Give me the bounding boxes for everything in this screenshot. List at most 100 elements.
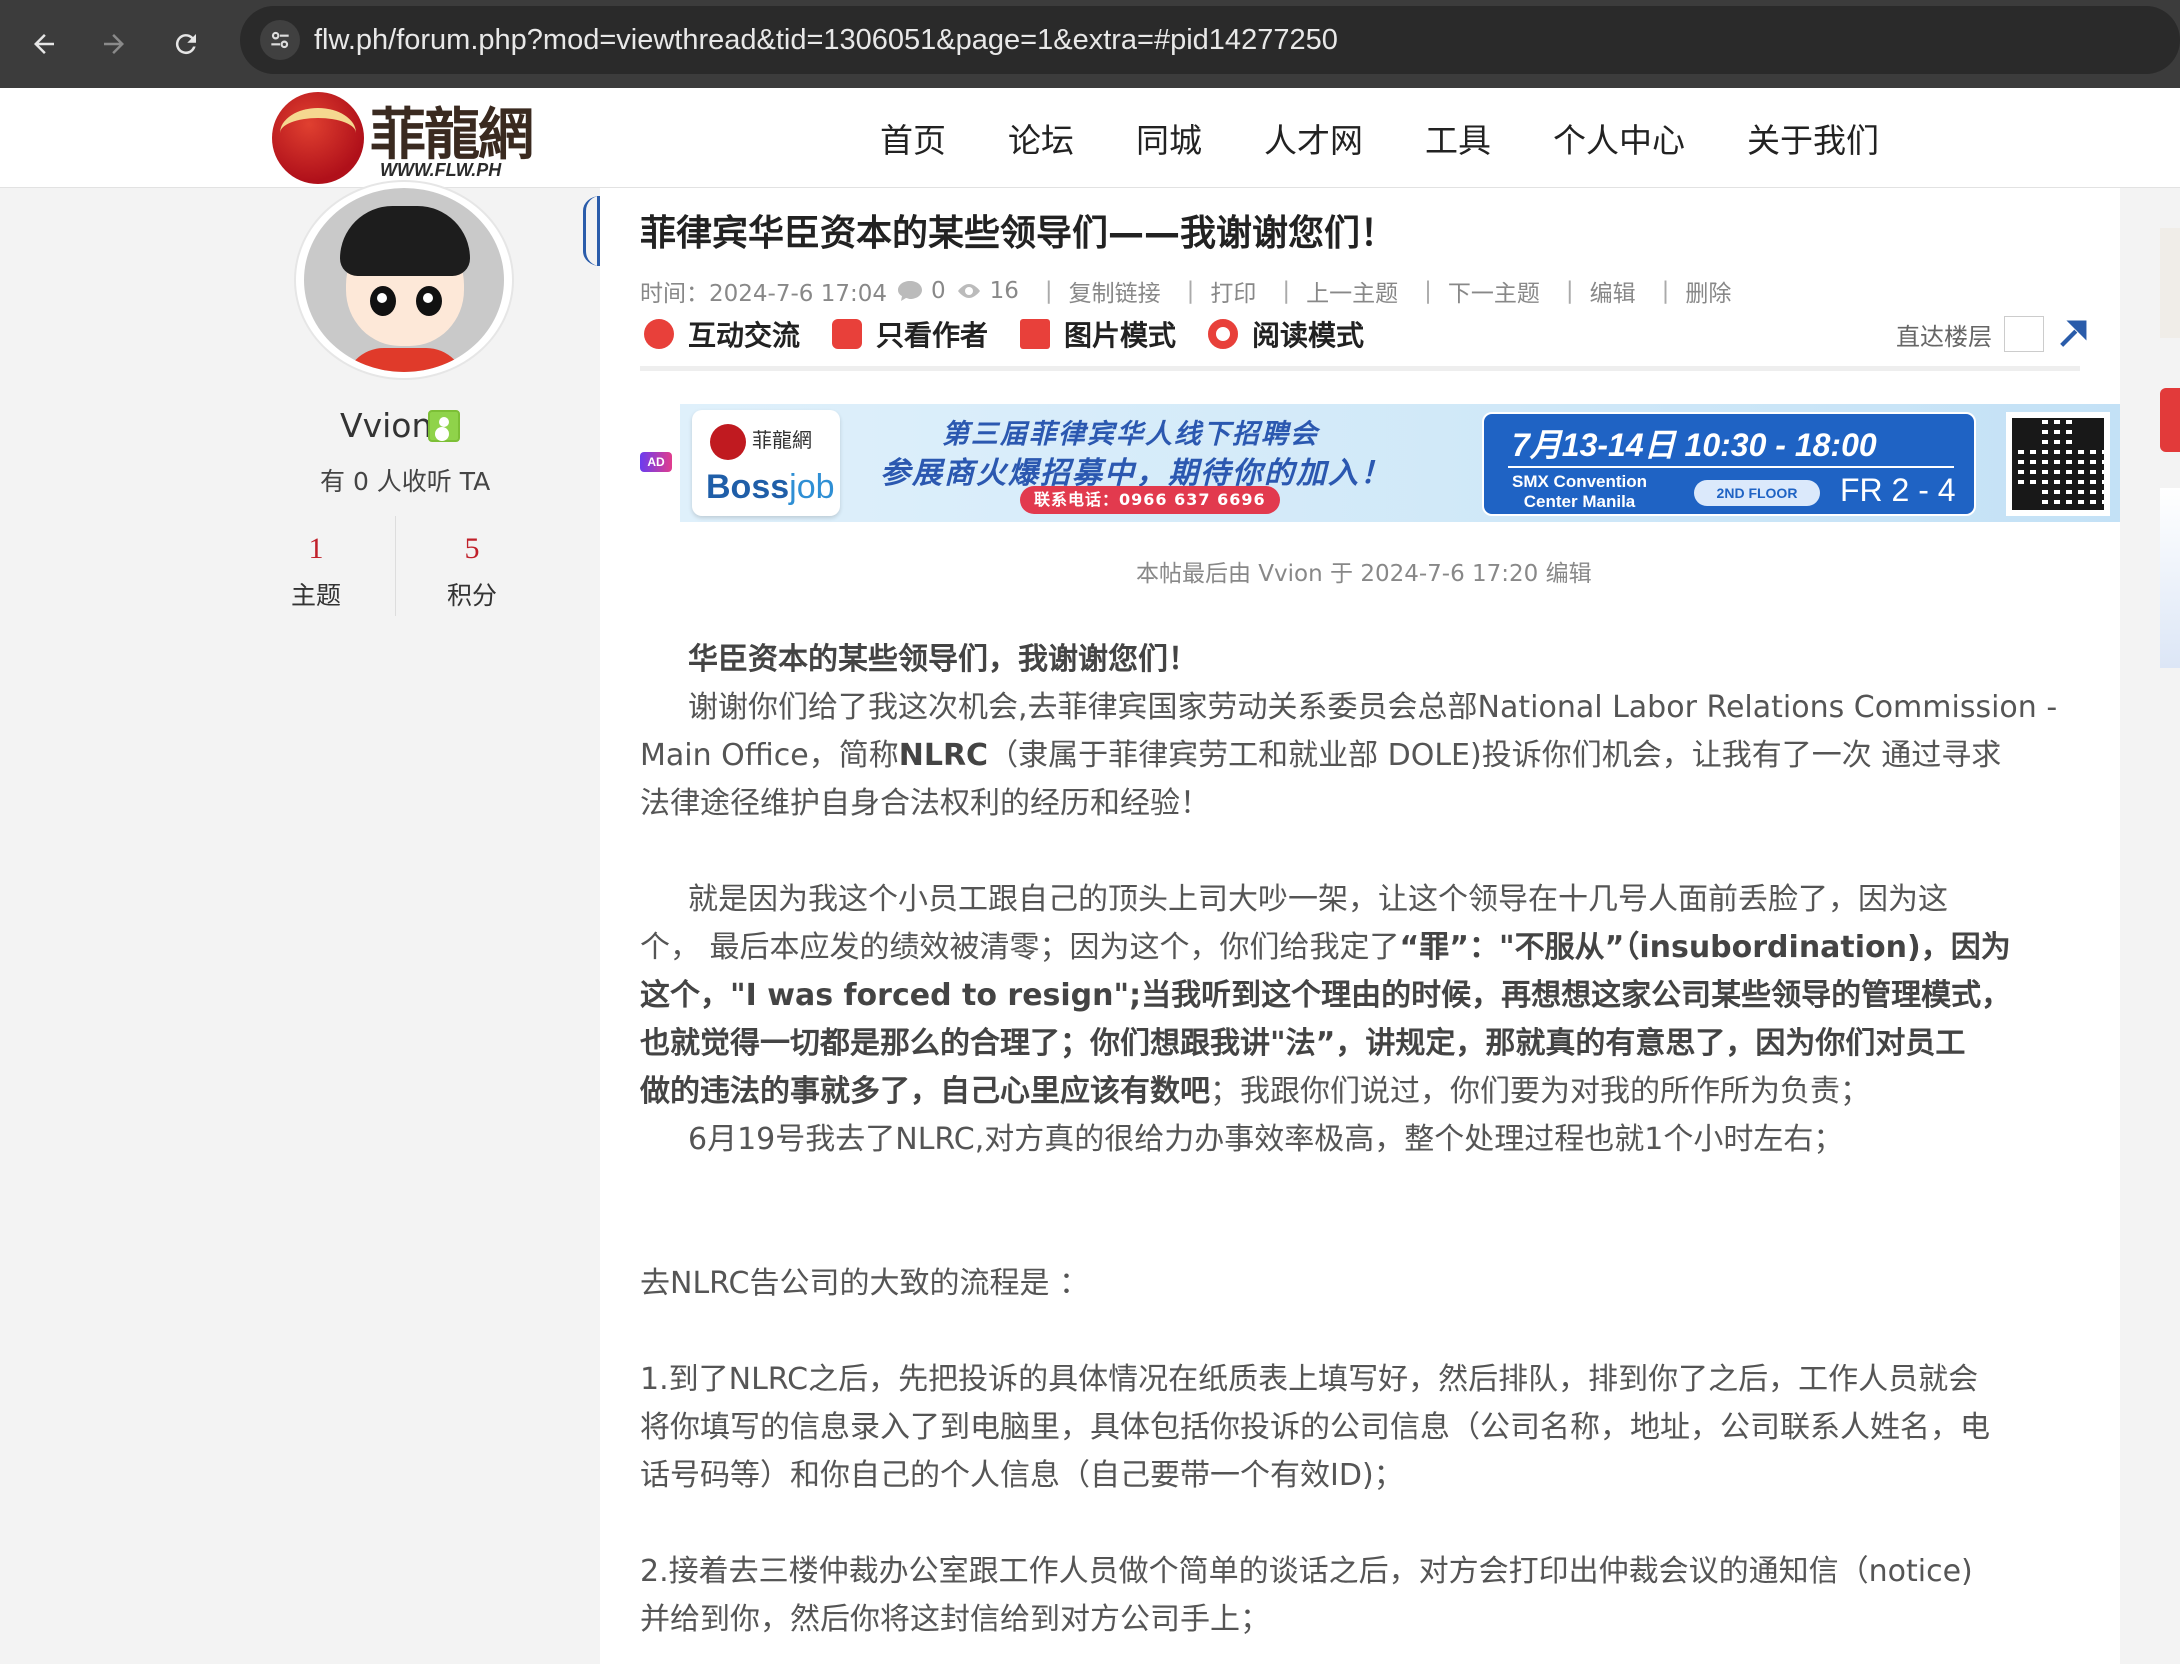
panel-pointer [583, 196, 600, 266]
ad-brand: Bossjob [706, 468, 835, 507]
stat-divider [395, 516, 396, 616]
post-line: 就是因为我这个小员工跟自己的顶头上司大吵一架，让这个领导在十几号人面前丢脸了，因… [688, 882, 1948, 917]
ad-phone: 联系电话：0966 637 6696 [1020, 486, 1280, 514]
listener-count: 有 0 人收听 TA [320, 467, 491, 496]
right-edge-red-button[interactable] [2160, 388, 2180, 452]
nav-jobs[interactable]: 人才网 [1264, 114, 1363, 162]
ad-badge: AD [640, 452, 672, 472]
jump-to-floor: 直达楼层 [1896, 316, 2090, 352]
forward-button[interactable] [84, 14, 144, 74]
logo-text: 菲龍網 [370, 102, 534, 168]
image-icon [1020, 319, 1051, 349]
stat-threads-value: 1 [308, 532, 324, 565]
arrow-left-icon [34, 34, 54, 54]
reload-button[interactable] [156, 14, 216, 74]
right-edge-image [2160, 488, 2180, 668]
reload-icon [175, 34, 196, 55]
arrow-right-icon [104, 34, 124, 54]
author-sidebar: Vvion 有 0 人收听 TA 1 主题 5 积分 [0, 180, 600, 1664]
url-text: flw.ph/forum.php?mod=viewthread&tid=1306… [314, 24, 1338, 56]
post-line: 做的违法的事就多了，自己心里应该有数吧；我跟你们说过，你们要为对我的所作所为负责… [640, 1074, 1870, 1109]
ad-venue: SMX Convention Center Manila [1512, 472, 1647, 512]
comment-icon [898, 281, 922, 301]
right-edge-sidebar [2120, 188, 2180, 1664]
nav-tools[interactable]: 工具 [1425, 114, 1491, 162]
post-line: 6月19号我去了NLRC,对方真的很给力办事效率极高，整个处理过程也就1个小时左… [688, 1122, 1844, 1157]
cartoon-boy-avatar-icon [304, 188, 504, 372]
ad-brand-a: Boss [706, 468, 790, 506]
interact-label: 互动交流 [688, 319, 801, 352]
nav-home[interactable]: 首页 [880, 114, 946, 162]
site-logo[interactable]: 菲龍網 WWW.FLW.PH [266, 88, 556, 188]
read-mode-button[interactable]: 阅读模式 [1208, 314, 1364, 354]
header-divider [640, 366, 2080, 371]
post-greeting: 华臣资本的某些领导们，我谢谢您们！ [688, 642, 1198, 677]
author-only-label: 只看作者 [876, 319, 989, 352]
stat-points-value: 5 [464, 532, 480, 565]
address-bar[interactable]: flw.ph/forum.php?mod=viewthread&tid=1306… [240, 6, 2180, 74]
avatar[interactable] [294, 180, 514, 380]
post-line: 去NLRC告公司的大致的流程是 ： [640, 1266, 1089, 1301]
ad-floor: 2ND FLOOR [1694, 480, 1820, 506]
stat-threads[interactable]: 1 主题 [256, 532, 376, 612]
site-header: 菲龍網 WWW.FLW.PH 首页 论坛 同城 人才网 工具 个人中心 关于我们 [0, 88, 2180, 188]
ad-dates: 7月13-14日 10:30 - 18:00 [1512, 427, 1877, 463]
ad-room: FR 2 - 4 [1840, 472, 1956, 508]
read-mode-label: 阅读模式 [1252, 319, 1365, 352]
delete-link[interactable]: 删除 [1685, 274, 1731, 308]
post-body: 华臣资本的某些领导们，我谢谢您们！ 谢谢你们给了我这次机会,去菲律宾国家劳动关系… [640, 636, 2080, 1644]
ad-headline: 第三届菲律宾华人线下招聘会 [942, 419, 1319, 450]
thread-meta: 时间：2024-7-6 17:04 0 16 | 复制链接 | 打印 | 上一主… [640, 274, 1741, 308]
ad-banner[interactable]: 菲龍網 Bossjob 第三届菲律宾华人线下招聘会 参展商火爆招募中，期待你的加… [680, 404, 2120, 522]
edit-link[interactable]: 编辑 [1590, 274, 1636, 308]
post-line: 谢谢你们给了我这次机会,去菲律宾国家劳动关系委员会总部National Labo… [688, 690, 2058, 725]
back-button[interactable] [14, 14, 74, 74]
copy-link[interactable]: 复制链接 [1069, 274, 1161, 308]
nav-about[interactable]: 关于我们 [1747, 114, 1879, 162]
ad-venue-1: SMX Convention [1512, 472, 1648, 491]
post-line: 个， 最后本应发的绩效被清零；因为这个，你们给我定了“罪”："不服从”（insu… [640, 930, 2011, 965]
stat-points-label: 积分 [446, 581, 497, 610]
floor-input[interactable] [2004, 316, 2044, 352]
edited-note: 本帖最后由 Vvion 于 2024-7-6 17:20 编辑 [1136, 561, 1592, 587]
eye-read-icon [1208, 319, 1239, 349]
right-edge-card [2160, 228, 2180, 338]
post-line: 法律途径维护自身合法权利的经历和经验！ [640, 786, 1210, 821]
next-thread-link[interactable]: 下一主题 [1448, 274, 1540, 308]
post-line: 并给到你，然后你将这封信给到对方公司手上； [640, 1602, 1270, 1637]
post-time: 时间：2024-7-6 17:04 [640, 281, 887, 307]
dragon-mini-icon [710, 424, 746, 460]
stat-points[interactable]: 5 积分 [412, 532, 532, 612]
nav-profile[interactable]: 个人中心 [1553, 114, 1685, 162]
prev-thread-link[interactable]: 上一主题 [1306, 274, 1398, 308]
nav-forum[interactable]: 论坛 [1008, 114, 1074, 162]
thread-tools: 互动交流 只看作者 图片模式 阅读模式 [644, 314, 1396, 354]
print-link[interactable]: 打印 [1210, 274, 1256, 308]
post-line: 将你填写的信息录入了到电脑里，具体包括你投诉的公司信息（公司名称，地址，公司联系… [640, 1410, 1990, 1445]
dragon-logo-icon [272, 92, 364, 184]
jump-label: 直达楼层 [1896, 322, 1992, 351]
person-icon [832, 319, 863, 349]
post-line: 也就觉得一切都是那么的合理了；你们想跟我讲"法”，讲规定，那就真的有意思了，因为… [640, 1026, 1966, 1061]
thread-title: 菲律宾华臣资本的某些领导们——我谢谢您们！ [640, 213, 1397, 254]
nav-local[interactable]: 同城 [1136, 114, 1202, 162]
eye-icon [957, 284, 980, 298]
reply-count: 0 [931, 278, 946, 304]
interact-button[interactable]: 互动交流 [644, 314, 800, 354]
post-line: Main Office，简称NLRC（隶属于菲律宾劳工和就业部 DOLE)投诉你… [640, 738, 2002, 773]
author-only-button[interactable]: 只看作者 [832, 314, 988, 354]
jump-go-icon[interactable] [2056, 317, 2090, 351]
ad-logo-card: 菲龍網 Bossjob [692, 410, 840, 516]
image-mode-button[interactable]: 图片模式 [1020, 314, 1176, 354]
ad-venue-2: Center Manila [1523, 492, 1636, 511]
post-line: 1.到了NLRC之后，先把投诉的具体情况在纸质表上填写好，然后排队，排到你了之后… [640, 1362, 1979, 1397]
site-settings-icon[interactable] [260, 20, 300, 60]
post-line: 2.接着去三楼仲裁办公室跟工作人员做个简单的谈话之后，对方会打印出仲裁会议的通知… [640, 1554, 1973, 1589]
image-mode-label: 图片模式 [1064, 319, 1177, 352]
post-line: 这个，"I was forced to resign";当我听到这个理由的时候，… [640, 978, 2012, 1013]
view-count: 16 [989, 278, 1019, 304]
author-name[interactable]: Vvion [340, 406, 432, 445]
chat-bubble-icon [644, 319, 674, 349]
ad-logo-cn: 菲龍網 [752, 428, 812, 452]
ad-date-box: 7月13-14日 10:30 - 18:00 SMX Convention Cen… [1482, 412, 1976, 516]
